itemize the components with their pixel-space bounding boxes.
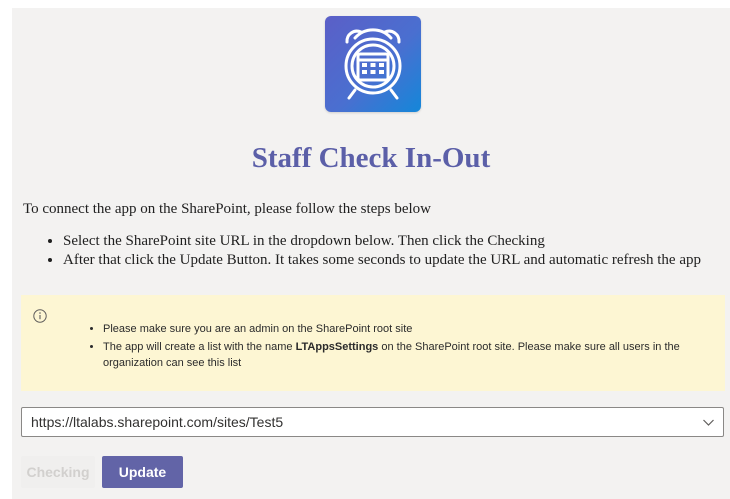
- app-logo: [325, 16, 421, 112]
- update-button[interactable]: Update: [102, 456, 183, 488]
- site-url-value: https://ltalabs.sharepoint.com/sites/Tes…: [31, 414, 284, 430]
- alarm-clock-calendar-icon: [344, 28, 402, 100]
- notice-item: The app will create a list with the name…: [103, 339, 705, 371]
- notice-text: The app will create a list with the name: [103, 341, 296, 353]
- checking-button[interactable]: Checking: [21, 456, 95, 488]
- steps-list: Select the SharePoint site URL in the dr…: [12, 232, 724, 270]
- intro-text: To connect the app on the SharePoint, pl…: [23, 201, 432, 217]
- notice-list: Please make sure you are an admin on the…: [21, 321, 725, 373]
- site-url-dropdown[interactable]: https://ltalabs.sharepoint.com/sites/Tes…: [21, 407, 724, 437]
- notice-item: Please make sure you are an admin on the…: [103, 321, 705, 337]
- step-item: Select the SharePoint site URL in the dr…: [63, 232, 724, 251]
- admin-notice: Please make sure you are an admin on the…: [21, 295, 725, 391]
- setup-panel: Staff Check In-Out To connect the app on…: [12, 8, 730, 499]
- chevron-down-icon: [703, 419, 714, 426]
- step-item: After that click the Update Button. It t…: [63, 251, 724, 270]
- page-title: Staff Check In-Out: [251, 142, 491, 174]
- list-name-highlight: LTAppsSettings: [295, 341, 379, 353]
